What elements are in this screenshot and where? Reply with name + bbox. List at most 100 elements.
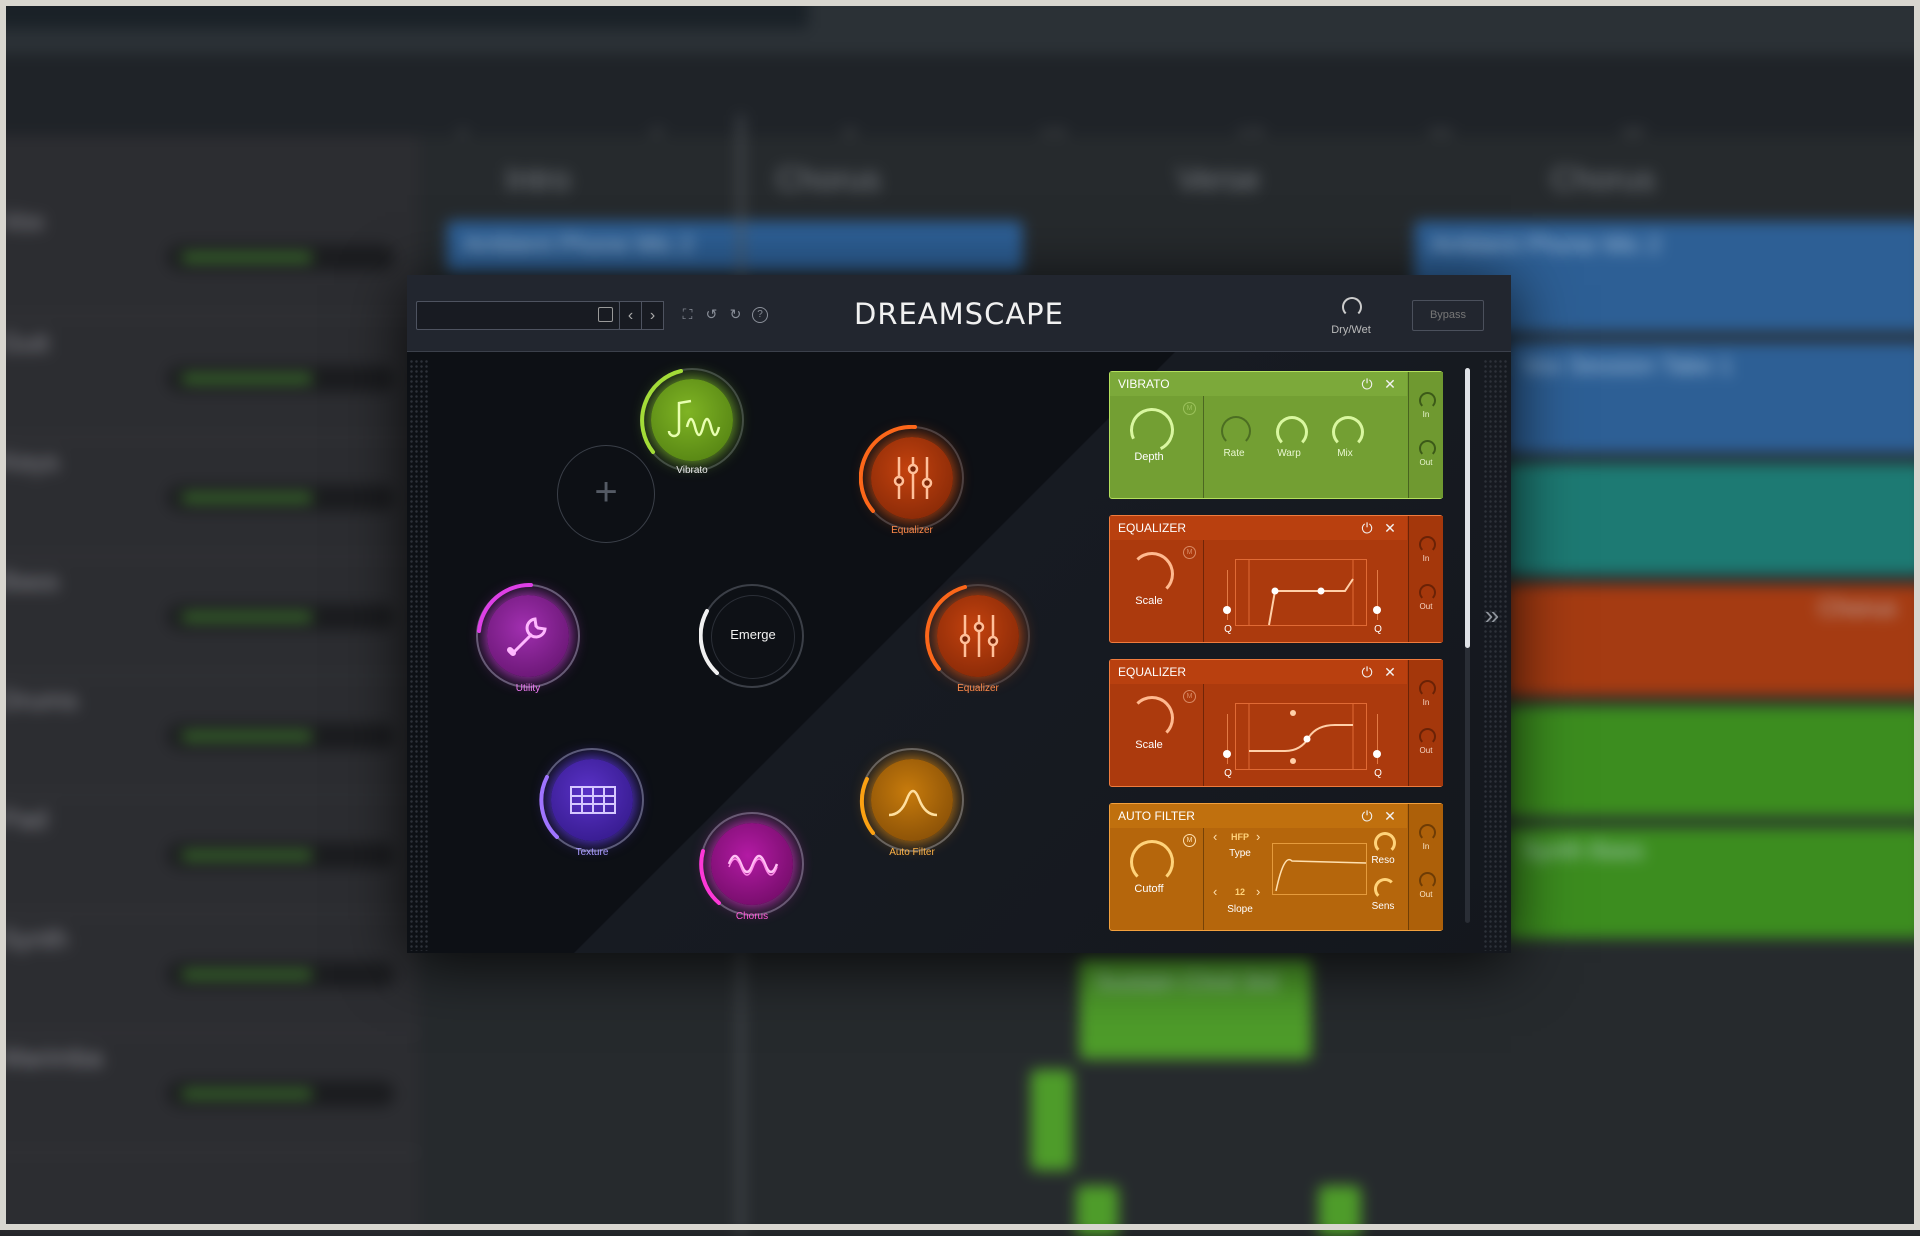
sens-knob[interactable] — [1374, 878, 1396, 900]
clip[interactable] — [1505, 463, 1920, 574]
module-title: VIBRATO — [1118, 377, 1170, 391]
close-icon[interactable]: ✕ — [1382, 660, 1398, 684]
power-icon[interactable]: ⏻ — [1359, 372, 1375, 396]
output-knob[interactable] — [1419, 440, 1436, 457]
slider-handle[interactable] — [1223, 750, 1231, 758]
node-label: Vibrato — [622, 465, 762, 476]
warp-knob[interactable] — [1276, 416, 1308, 448]
scrollbar-thumb[interactable] — [1465, 368, 1470, 648]
input-label: In — [1409, 698, 1443, 707]
node-vibrato[interactable]: Vibrato — [639, 365, 779, 505]
drywet-knob[interactable] — [1342, 297, 1362, 317]
slider-handle[interactable] — [1373, 750, 1381, 758]
macro-badge[interactable]: M — [1183, 546, 1196, 559]
power-icon[interactable]: ⏻ — [1359, 516, 1375, 540]
scale-knob[interactable] — [1130, 696, 1174, 740]
node-texture[interactable]: Texture — [539, 747, 679, 887]
mix-knob[interactable] — [1332, 416, 1364, 448]
macro-badge[interactable]: M — [1183, 690, 1196, 703]
section-label: Verse — [1177, 160, 1260, 197]
type-next-icon[interactable]: › — [1256, 829, 1260, 844]
track-header[interactable]: Guit — [0, 317, 420, 438]
slope-next-icon[interactable]: › — [1256, 884, 1260, 899]
slope-prev-icon[interactable]: ‹ — [1213, 884, 1217, 899]
depth-knob[interactable] — [1124, 402, 1180, 458]
node-chorus[interactable]: Chorus — [699, 811, 839, 951]
chorus-wave-icon — [727, 847, 779, 881]
output-knob[interactable] — [1419, 584, 1436, 601]
close-icon[interactable]: ✕ — [1382, 516, 1398, 540]
clip[interactable]: Synth Bass — [1505, 827, 1920, 938]
input-knob[interactable] — [1419, 680, 1436, 697]
node-emerge[interactable]: Emerge — [699, 583, 839, 723]
track-header[interactable]: Pad — [0, 794, 420, 915]
filter-type-value: HFP — [1228, 832, 1252, 842]
macro-badge[interactable]: M — [1183, 402, 1196, 415]
input-knob[interactable] — [1419, 824, 1436, 841]
output-label: Out — [1409, 746, 1443, 755]
filter-curve-graph[interactable] — [1272, 843, 1367, 895]
input-knob[interactable] — [1419, 536, 1436, 553]
wrench-icon — [505, 613, 551, 659]
output-knob[interactable] — [1419, 872, 1436, 889]
node-autofilter[interactable]: Auto Filter — [859, 747, 999, 887]
clip[interactable]: Ambient Phone Mic 2 — [447, 221, 1023, 272]
module-vibrato: VIBRATO ⏻ ✕ M Depth Rate Warp Mix In Out — [1109, 371, 1443, 499]
knob-label: Cutoff — [1110, 883, 1188, 895]
node-label: Utility — [458, 683, 598, 694]
section-label: Chorus — [1551, 160, 1655, 197]
clip[interactable] — [1505, 706, 1920, 817]
close-icon[interactable]: ✕ — [1382, 804, 1398, 828]
track-header[interactable]: Marimba — [0, 1032, 420, 1153]
cutoff-knob[interactable] — [1130, 840, 1174, 884]
clip[interactable] — [1031, 1070, 1073, 1171]
clip[interactable] — [1076, 1186, 1118, 1236]
close-icon[interactable]: ✕ — [1382, 372, 1398, 396]
eq-curve-graph[interactable] — [1235, 559, 1367, 626]
knob-label: Depth — [1110, 451, 1188, 463]
knob-label: Scale — [1110, 595, 1188, 607]
reso-knob[interactable] — [1374, 832, 1396, 854]
rate-knob[interactable] — [1221, 416, 1251, 446]
slope-value: 12 — [1228, 887, 1252, 897]
node-equalizer-2[interactable]: Equalizer — [925, 583, 1065, 723]
track-header[interactable]: Vox — [0, 196, 420, 317]
input-knob[interactable] — [1419, 392, 1436, 409]
q-label: Q — [1356, 768, 1400, 779]
slider-handle[interactable] — [1373, 606, 1381, 614]
io-panel: In Out — [1408, 804, 1443, 930]
module-title: AUTO FILTER — [1118, 809, 1195, 823]
daw-ruler: 1 5 9 13 17 21 25 — [0, 54, 1920, 135]
io-panel: In Out — [1408, 660, 1443, 786]
node-label: Texture — [522, 847, 662, 858]
module-autofilter: AUTO FILTER ⏻ ✕ M Cutoff ‹ HFP › Type ‹ … — [1109, 803, 1443, 931]
module-header: VIBRATO ⏻ ✕ — [1110, 372, 1407, 396]
slider-handle[interactable] — [1223, 606, 1231, 614]
clip[interactable]: Vox Session Take 1 — [1505, 342, 1920, 453]
slope-label: Slope — [1218, 904, 1262, 915]
input-label: In — [1409, 842, 1443, 851]
expand-panel-button[interactable]: » — [1479, 575, 1505, 655]
track-header[interactable]: Keys — [0, 436, 420, 557]
node-utility[interactable]: Utility — [475, 583, 615, 723]
power-icon[interactable]: ⏻ — [1359, 660, 1375, 684]
track-header[interactable]: Drums — [0, 675, 420, 796]
clip[interactable]: Chorus — [1505, 585, 1920, 696]
track-name: Drums — [1, 685, 78, 716]
node-equalizer-1[interactable]: Equalizer — [859, 425, 999, 565]
clip[interactable] — [1319, 1186, 1361, 1236]
clip-name: Synth Bass — [1522, 837, 1645, 865]
module-scrollbar[interactable] — [1465, 368, 1470, 923]
eq-curve-graph[interactable] — [1235, 703, 1367, 770]
scale-knob[interactable] — [1130, 552, 1174, 596]
clip[interactable]: Sustain Chrd 3rd — [1079, 958, 1311, 1059]
track-header[interactable]: Synth — [0, 913, 420, 1034]
track-header[interactable]: Bass — [0, 555, 420, 676]
macro-badge[interactable]: M — [1183, 834, 1196, 847]
power-icon[interactable]: ⏻ — [1359, 804, 1375, 828]
bypass-button[interactable]: Bypass — [1412, 300, 1484, 331]
output-knob[interactable] — [1419, 728, 1436, 745]
type-label: Type — [1218, 848, 1262, 859]
input-label: In — [1409, 410, 1443, 419]
type-prev-icon[interactable]: ‹ — [1213, 829, 1217, 844]
